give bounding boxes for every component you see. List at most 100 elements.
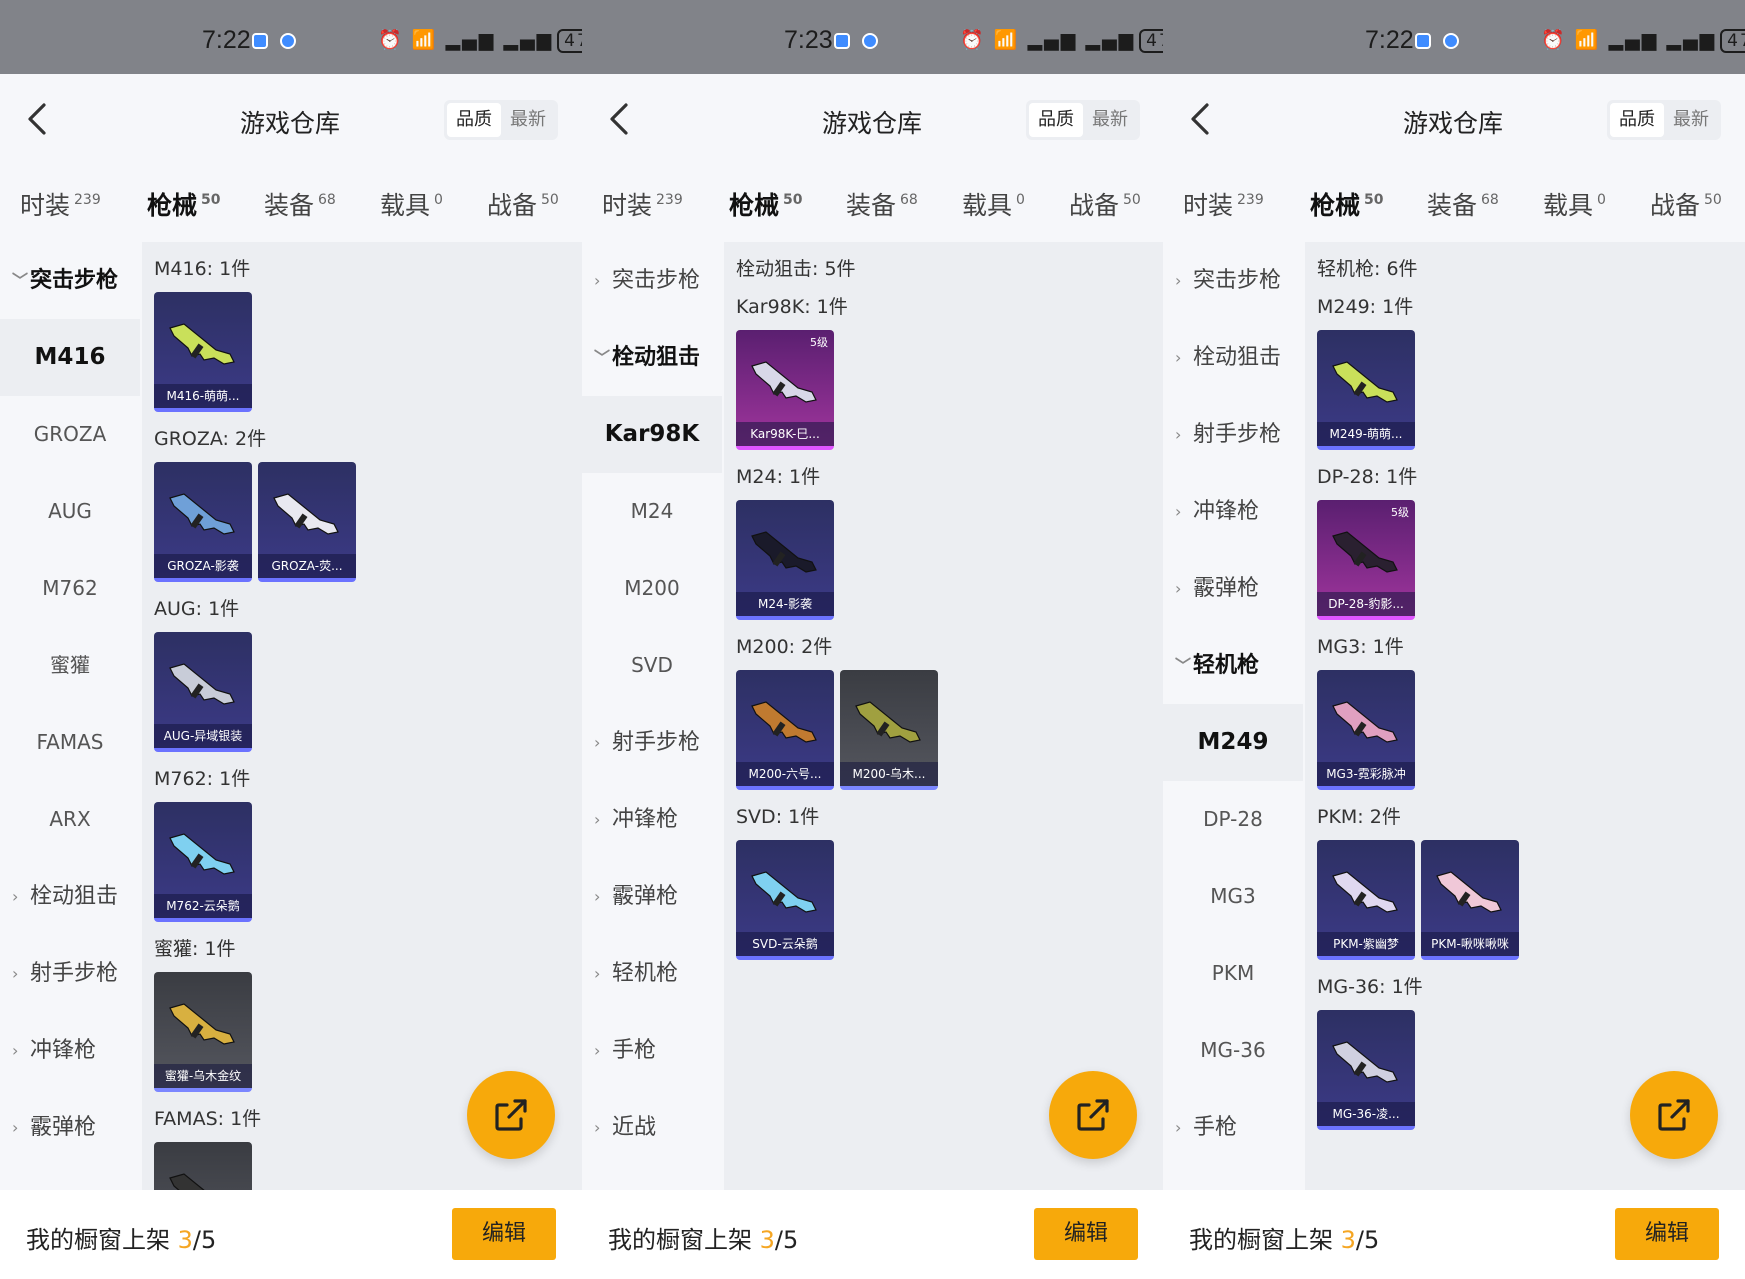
sidebar-item[interactable]: M416 bbox=[0, 319, 140, 396]
tab-count: 50 bbox=[1704, 192, 1722, 208]
sidebar-item[interactable]: › 射手步枪 bbox=[0, 935, 140, 1012]
edit-button[interactable]: 编辑 bbox=[1615, 1208, 1719, 1260]
share-button[interactable] bbox=[467, 1071, 555, 1159]
sidebar-item[interactable]: FAMAS bbox=[0, 704, 140, 781]
tab-count: 50 bbox=[1364, 192, 1384, 208]
sidebar-item[interactable]: › 冲锋枪 bbox=[0, 1012, 140, 1089]
sidebar-item[interactable]: › 栓动狙击 bbox=[1163, 319, 1303, 396]
sidebar-item[interactable]: M200 bbox=[582, 550, 722, 627]
sidebar-item[interactable]: › 手枪 bbox=[582, 1012, 722, 1089]
gun-skin-card[interactable]: 5级 DP-28-豹影... bbox=[1317, 500, 1415, 620]
tab-2[interactable]: 装备 68 bbox=[264, 186, 336, 222]
tab-1[interactable]: 枪械 50 bbox=[147, 186, 221, 249]
edit-button[interactable]: 编辑 bbox=[1034, 1208, 1138, 1260]
sidebar-item[interactable]: M249 bbox=[1163, 704, 1303, 781]
sidebar-item[interactable]: › 冲锋枪 bbox=[582, 781, 722, 858]
sidebar-item[interactable]: M24 bbox=[582, 473, 722, 550]
chevron-right-icon: › bbox=[1175, 348, 1182, 367]
sort-newest-button[interactable]: 最新 bbox=[1664, 103, 1718, 137]
tab-1[interactable]: 枪械 50 bbox=[1310, 186, 1384, 249]
share-button[interactable] bbox=[1630, 1071, 1718, 1159]
battery-icon: 47 bbox=[557, 29, 582, 53]
sidebar-item[interactable]: ﹀ 突击步枪 bbox=[0, 242, 140, 319]
sidebar-item[interactable]: Kar98K bbox=[582, 396, 722, 473]
sort-newest-button[interactable]: 最新 bbox=[501, 103, 555, 137]
showcase-total: /5 bbox=[774, 1226, 799, 1254]
sidebar-item[interactable]: › 手枪 bbox=[1163, 1089, 1303, 1166]
gun-skin-name: GROZA-影袭 bbox=[154, 554, 252, 578]
battery-icon: 47 bbox=[1139, 29, 1163, 53]
tab-2[interactable]: 装备 68 bbox=[1427, 186, 1499, 222]
gun-skin-card[interactable]: PKM-啾咪啾咪 bbox=[1421, 840, 1519, 960]
gun-skin-image bbox=[1332, 531, 1398, 573]
sidebar-item[interactable]: ﹀ 轻机枪 bbox=[1163, 627, 1303, 704]
gun-skin-card[interactable]: GROZA-荧... bbox=[258, 462, 356, 582]
sidebar-item[interactable]: 蜜獾 bbox=[0, 627, 140, 704]
gun-skin-card[interactable]: M249-萌萌... bbox=[1317, 330, 1415, 450]
tab-label: 时装 bbox=[20, 191, 71, 220]
sidebar-item[interactable]: ﹀ 栓动狙击 bbox=[582, 319, 722, 396]
gun-skin-card[interactable]: 蜜獾-乌木金纹 bbox=[154, 972, 252, 1092]
gun-skin-image bbox=[1332, 871, 1398, 913]
sidebar-item[interactable]: GROZA bbox=[0, 396, 140, 473]
gun-skin-card[interactable] bbox=[154, 1142, 252, 1190]
sort-newest-button[interactable]: 最新 bbox=[1083, 103, 1137, 137]
gun-skin-card[interactable]: M200-乌木... bbox=[840, 670, 938, 790]
gun-skin-card[interactable]: MG-36-凌... bbox=[1317, 1010, 1415, 1130]
share-button[interactable] bbox=[1049, 1071, 1137, 1159]
sidebar-item[interactable]: › 轻机枪 bbox=[582, 935, 722, 1012]
sidebar-item[interactable]: M762 bbox=[0, 550, 140, 627]
status-time: 7:22 bbox=[1365, 26, 1414, 54]
sidebar-item[interactable]: AUG bbox=[0, 473, 140, 550]
sidebar-item[interactable]: › 突击步枪 bbox=[1163, 242, 1303, 319]
sidebar-item-label: GROZA bbox=[33, 422, 107, 446]
sidebar-item[interactable]: SVD bbox=[582, 627, 722, 704]
sort-quality-button[interactable]: 品质 bbox=[1610, 103, 1664, 137]
gun-skin-card[interactable]: M24-影袭 bbox=[736, 500, 834, 620]
sort-quality-button[interactable]: 品质 bbox=[1029, 103, 1083, 137]
tab-label: 枪械 bbox=[147, 191, 198, 220]
tab-4[interactable]: 战备 50 bbox=[487, 186, 559, 222]
gun-skin-card[interactable]: 5级 Kar98K-巳... bbox=[736, 330, 834, 450]
sidebar-item[interactable]: DP-28 bbox=[1163, 781, 1303, 858]
gun-skin-card[interactable]: M200-六号... bbox=[736, 670, 834, 790]
tab-3[interactable]: 载具 0 bbox=[1543, 186, 1606, 222]
gun-skin-card[interactable]: GROZA-影袭 bbox=[154, 462, 252, 582]
gun-skin-image bbox=[751, 531, 817, 573]
tab-label: 装备 bbox=[1427, 191, 1478, 220]
tab-0[interactable]: 时装 239 bbox=[20, 186, 101, 222]
gun-skin-card[interactable]: AUG-异域银装 bbox=[154, 632, 252, 752]
sidebar-item-label: 突击步枪 bbox=[612, 268, 701, 293]
edit-button[interactable]: 编辑 bbox=[452, 1208, 556, 1260]
sidebar-item[interactable]: › 射手步枪 bbox=[1163, 396, 1303, 473]
sort-quality-button[interactable]: 品质 bbox=[447, 103, 501, 137]
gun-skin-name: DP-28-豹影... bbox=[1317, 592, 1415, 616]
sidebar-item[interactable]: MG3 bbox=[1163, 858, 1303, 935]
gun-skin-card[interactable]: MG3-霓彩脉冲 bbox=[1317, 670, 1415, 790]
gun-skin-card[interactable]: M762-云朵鹅 bbox=[154, 802, 252, 922]
tab-2[interactable]: 装备 68 bbox=[846, 186, 918, 222]
sidebar-item[interactable]: › 射手步枪 bbox=[582, 704, 722, 781]
sidebar-item[interactable]: PKM bbox=[1163, 935, 1303, 1012]
sidebar-item-label: 栓动狙击 bbox=[612, 345, 701, 370]
tab-4[interactable]: 战备 50 bbox=[1650, 186, 1722, 222]
tab-0[interactable]: 时装 239 bbox=[602, 186, 683, 222]
sidebar-item[interactable]: ARX bbox=[0, 781, 140, 858]
sidebar-item[interactable]: › 近战 bbox=[582, 1089, 722, 1166]
sidebar-item[interactable]: MG-36 bbox=[1163, 1012, 1303, 1089]
tab-1[interactable]: 枪械 50 bbox=[729, 186, 803, 249]
tab-4[interactable]: 战备 50 bbox=[1069, 186, 1141, 222]
tab-0[interactable]: 时装 239 bbox=[1183, 186, 1264, 222]
sidebar-item[interactable]: › 栓动狙击 bbox=[0, 858, 140, 935]
gun-skin-card[interactable]: M416-萌萌... bbox=[154, 292, 252, 412]
showcase-count: 3 bbox=[759, 1226, 775, 1254]
sidebar-item[interactable]: › 霰弹枪 bbox=[582, 858, 722, 935]
gun-skin-card[interactable]: SVD-云朵鹅 bbox=[736, 840, 834, 960]
tab-3[interactable]: 载具 0 bbox=[380, 186, 443, 222]
tab-3[interactable]: 载具 0 bbox=[962, 186, 1025, 222]
sidebar-item[interactable]: › 突击步枪 bbox=[582, 242, 722, 319]
sidebar-item[interactable]: › 冲锋枪 bbox=[1163, 473, 1303, 550]
gun-skin-card[interactable]: PKM-紫幽梦 bbox=[1317, 840, 1415, 960]
sidebar-item[interactable]: › 霰弹枪 bbox=[1163, 550, 1303, 627]
sidebar-item[interactable]: › 霰弹枪 bbox=[0, 1089, 140, 1166]
